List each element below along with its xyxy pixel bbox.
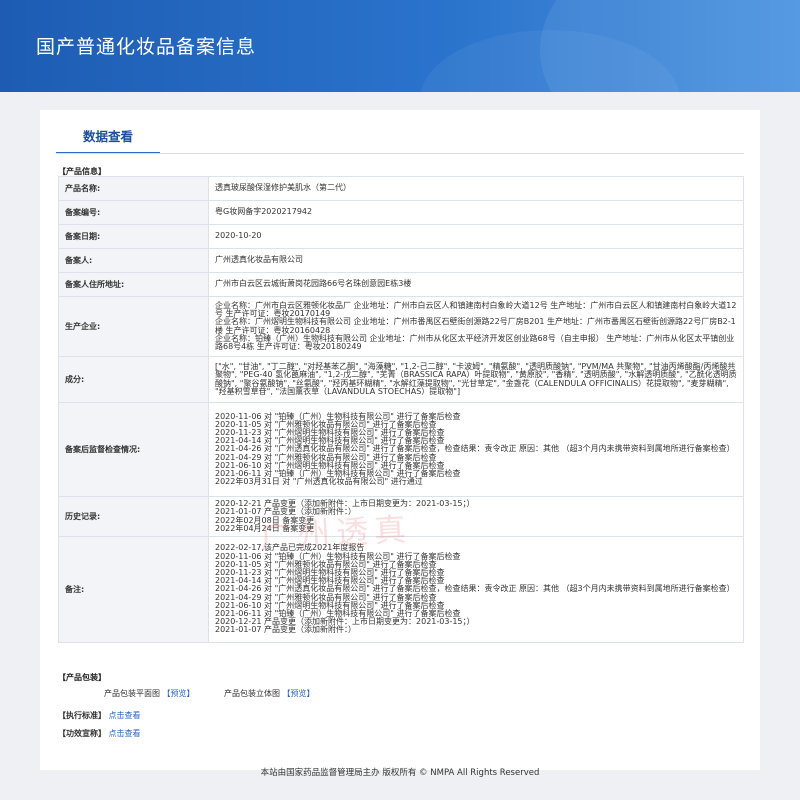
table-row: 备案人住所地址: 广州市白云区云城街萧岗花园路66号名珠创意园E栋3楼 xyxy=(58,272,744,297)
row-value-record-number: 粤G妆网备字2020217942 xyxy=(208,200,744,225)
tab-divider xyxy=(56,153,744,154)
row-label-ingredients: 成分: xyxy=(58,356,209,403)
standard-row: 【执行标准】 点击查看 xyxy=(58,710,141,721)
product-info-table: 产品名称: 透真玻尿酸保湿修护美肌水（第二代） 备案编号: 粤G妆网备字2020… xyxy=(58,176,744,643)
claims-view-link[interactable]: 点击查看 xyxy=(109,729,141,738)
packaging-solid-label: 产品包装立体图 xyxy=(224,689,280,698)
table-row: 备案后监督检查情况: 2020-11-06 对 "铂臻（广州）生物科技有限公司"… xyxy=(58,402,744,497)
page-title: 国产普通化妆品备案信息 xyxy=(36,36,257,58)
table-row: 产品名称: 透真玻尿酸保湿修护美肌水（第二代） xyxy=(58,176,744,201)
row-label-history: 历史记录: xyxy=(58,496,209,537)
content-panel: 数据查看 【产品信息】 产品名称: 透真玻尿酸保湿修护美肌水（第二代） 备案编号… xyxy=(40,110,760,770)
row-value-registrant-address: 广州市白云区云城街萧岗花园路66号名珠创意园E栋3楼 xyxy=(208,272,744,297)
table-row: 备案日期: 2020-10-20 xyxy=(58,224,744,249)
watermark: 广州透真 xyxy=(259,510,414,556)
row-value-product-name: 透真玻尿酸保湿修护美肌水（第二代） xyxy=(208,176,744,201)
claims-row: 【功效宣称】 点击查看 xyxy=(58,728,141,739)
tab-data-view[interactable]: 数据查看 xyxy=(56,122,160,154)
standard-heading: 【执行标准】 xyxy=(58,711,106,720)
row-label-registrant: 备案人: xyxy=(58,248,209,273)
packaging-heading: 【产品包装】 xyxy=(58,673,106,682)
row-label-inspection: 备案后监督检查情况: xyxy=(58,402,209,497)
table-row: 备注: 2022-02-17,该产品已完成2021年度报告 2020-11-06… xyxy=(58,536,744,643)
row-value-record-date: 2020-10-20 xyxy=(208,224,744,249)
standard-view-link[interactable]: 点击查看 xyxy=(109,711,141,720)
row-label-record-date: 备案日期: xyxy=(58,224,209,249)
table-row: 成分: ["水", "甘油", "丁二醇", "对羟基苯乙酮", "海藻糖", … xyxy=(58,356,744,403)
packaging-flat-preview-link[interactable]: 【预览】 xyxy=(163,689,195,698)
row-label-remarks: 备注: xyxy=(58,536,209,643)
row-value-inspection: 2020-11-06 对 "铂臻（广州）生物科技有限公司" 进行了备案后检查 2… xyxy=(208,402,744,497)
row-label-registrant-address: 备案人住所地址: xyxy=(58,272,209,297)
row-value-ingredients: ["水", "甘油", "丁二醇", "对羟基苯乙酮", "海藻糖", "1,2… xyxy=(208,356,744,403)
table-row: 备案编号: 粤G妆网备字2020217942 xyxy=(58,200,744,225)
row-value-manufacturer: 企业名称：广州市白云区雅顿化妆品厂 企业地址：广州市白云区人和镇建南村白象岭大道… xyxy=(208,296,744,357)
row-label-manufacturer: 生产企业: xyxy=(58,296,209,357)
footer-copyright: 本站由国家药品监督管理局主办 版权所有 © NMPA All Rights Re… xyxy=(260,768,540,778)
packaging-solid-preview-link[interactable]: 【预览】 xyxy=(283,689,315,698)
packaging-solid: 产品包装立体图 【预览】 xyxy=(224,688,315,699)
row-label-record-number: 备案编号: xyxy=(58,200,209,225)
row-label-product-name: 产品名称: xyxy=(58,176,209,201)
claims-heading: 【功效宣称】 xyxy=(58,729,106,738)
packaging-flat-label: 产品包装平面图 xyxy=(104,689,160,698)
table-row: 生产企业: 企业名称：广州市白云区雅顿化妆品厂 企业地址：广州市白云区人和镇建南… xyxy=(58,296,744,357)
header-banner: 国产普通化妆品备案信息 xyxy=(0,0,800,92)
packaging-flat: 产品包装平面图 【预览】 xyxy=(104,688,195,699)
table-row: 备案人: 广州透真化妆品有限公司 xyxy=(58,248,744,273)
row-value-registrant: 广州透真化妆品有限公司 xyxy=(208,248,744,273)
